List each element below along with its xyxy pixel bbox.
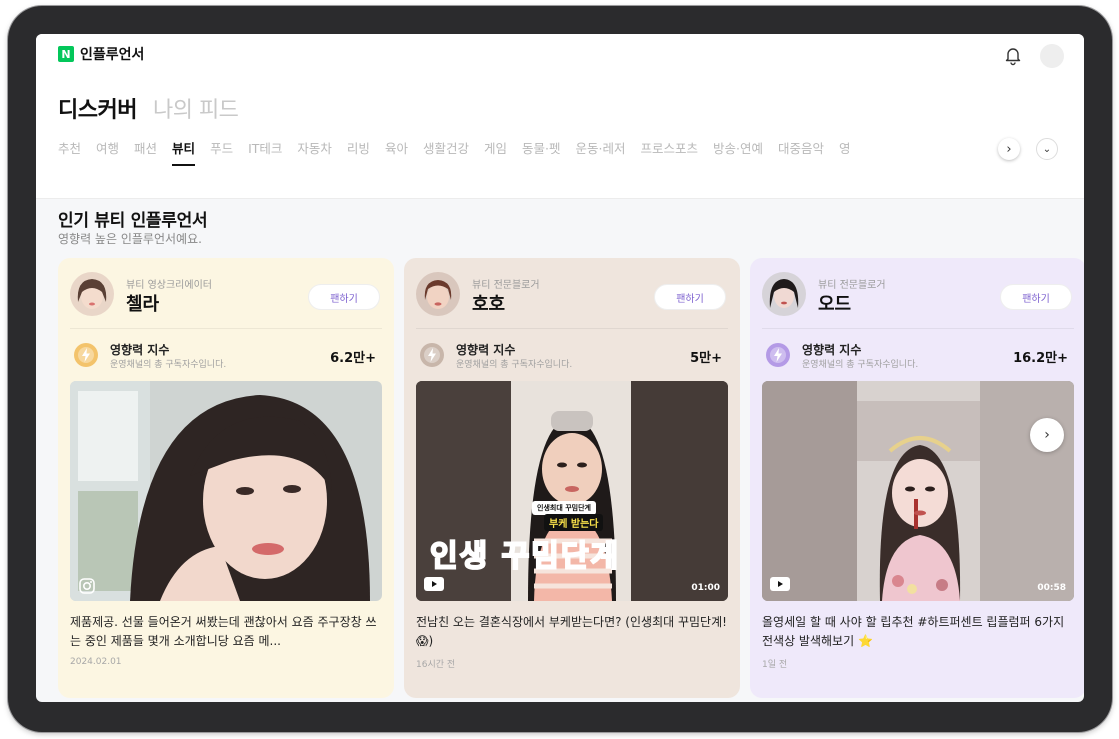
video-big-text: 인생 꾸밈단계 (429, 538, 621, 575)
bolt-icon (420, 343, 444, 367)
category-tab[interactable]: 동물·펫 (522, 138, 560, 168)
post-date: 16시간 전 (416, 660, 456, 670)
brand-name: 인플루언서 (80, 47, 145, 63)
category-tab[interactable]: 패션 (134, 138, 157, 168)
user-avatar[interactable] (1040, 44, 1064, 68)
metric-description: 운영채널의 총 구독자수입니다. (110, 360, 227, 370)
metric-value: 6.2만+ (330, 351, 376, 366)
post-thumbnail[interactable]: 00:58 (762, 381, 1074, 601)
chevron-right-icon[interactable]: › (1030, 418, 1064, 452)
profile: 뷰티 전문블로거 호호 팬하기 (416, 272, 728, 320)
category-tabs: 추천 여행 패션 뷰티 푸드 IT테크 자동차 리빙 육아 생활건강 게임 동물·펫 운동·레저 프로스포… (58, 138, 998, 168)
category-tab[interactable]: 게임 (484, 138, 507, 168)
influencer-cards: 뷰티 영상크리에이터 첼라 팬하기 영향력 지수 운영채널의 총 구독자수입니다 (58, 258, 1084, 698)
section-title: 인기 뷰티 인플루언서 (58, 211, 208, 231)
profile-avatar[interactable] (416, 272, 460, 316)
chevron-right-icon[interactable]: › (998, 138, 1020, 160)
metric-description: 운영채널의 총 구독자수입니다. (456, 360, 573, 370)
post-date: 1일 전 (762, 660, 788, 670)
category-tab[interactable]: 육아 (385, 138, 408, 168)
post-thumbnail[interactable]: 인생최대 꾸밈단계 부케 받는다 인생 꾸밈단계 01:00 (416, 381, 728, 601)
influencer-card[interactable]: 뷰티 전문블로거 호호 팬하기 영향력 지수 운영채널의 총 구독자수입니다. (404, 258, 740, 698)
category-tab[interactable]: 자동차 (297, 138, 332, 168)
youtube-icon (424, 577, 444, 593)
divider (70, 328, 382, 329)
post-caption[interactable]: 제품제공. 선물 들어온거 써봤는데 괜찮아서 요즘 주구장창 쓰는 중인 제품… (70, 613, 382, 651)
category-tab[interactable]: 뷰티 (172, 138, 196, 168)
instagram-icon (78, 577, 98, 594)
post-thumbnail[interactable] (70, 381, 382, 601)
tab-discover[interactable]: 디스커버 (58, 92, 137, 124)
video-banner: 인생최대 꾸밈단계 (532, 501, 596, 515)
youtube-icon (770, 577, 790, 593)
screen: N 인플루언서 디스커버 나의 피드 추천 여행 패션 뷰티 푸드 IT테크 자동차 리빙 육아… (36, 34, 1084, 702)
category-tab[interactable]: 생활건강 (423, 138, 469, 168)
category-tab[interactable]: 방송·연예 (713, 138, 763, 168)
post-caption[interactable]: 올영세일 할 때 사야 할 립추천 #하트퍼센트 립플럼퍼 6가지 전색상 발색… (762, 613, 1074, 651)
profile-avatar[interactable] (70, 272, 114, 316)
profile: 뷰티 전문블로거 오드 팬하기 (762, 272, 1074, 320)
category-tab[interactable]: 여행 (96, 138, 119, 168)
influencer-card[interactable]: 뷰티 전문블로거 오드 팬하기 영향력 지수 운영채널의 총 구독자수입니다. (750, 258, 1084, 698)
fan-button[interactable]: 팬하기 (1000, 284, 1072, 310)
influence-metric: 영향력 지수 운영채널의 총 구독자수입니다. 16.2만+ (762, 339, 1074, 375)
tablet-frame: N 인플루언서 디스커버 나의 피드 추천 여행 패션 뷰티 푸드 IT테크 자동차 리빙 육아… (8, 6, 1112, 732)
bolt-icon (766, 343, 790, 367)
fan-button[interactable]: 팬하기 (308, 284, 380, 310)
category-tab[interactable]: 영 (839, 138, 851, 168)
top-header: N 인플루언서 디스커버 나의 피드 추천 여행 패션 뷰티 푸드 IT테크 자동차 리빙 육아… (36, 34, 1084, 199)
category-tab[interactable]: 푸드 (210, 138, 233, 168)
video-duration: 01:00 (691, 583, 720, 593)
naver-logo-icon: N (58, 46, 74, 62)
creator-name[interactable]: 오드 (818, 290, 851, 316)
chevron-down-icon[interactable]: ⌄ (1036, 138, 1058, 160)
metric-label: 영향력 지수 (802, 343, 862, 357)
metric-label: 영향력 지수 (456, 343, 516, 357)
metric-label: 영향력 지수 (110, 343, 170, 357)
creator-name[interactable]: 첼라 (126, 290, 159, 316)
metric-value: 5만+ (690, 351, 722, 366)
category-tab[interactable]: 운동·레저 (575, 138, 625, 168)
metric-description: 운영채널의 총 구독자수입니다. (802, 360, 919, 370)
bolt-icon (74, 343, 98, 367)
profile-avatar[interactable] (762, 272, 806, 316)
tab-my-feed[interactable]: 나의 피드 (153, 92, 239, 124)
metric-value: 16.2만+ (1013, 351, 1068, 366)
influence-metric: 영향력 지수 운영채널의 총 구독자수입니다. 5만+ (416, 339, 728, 375)
category-tab[interactable]: 프로스포츠 (640, 138, 698, 168)
section-subtitle: 영향력 높은 인플루언서예요. (58, 232, 202, 246)
brand[interactable]: N 인플루언서 (58, 44, 144, 64)
creator-role: 뷰티 전문블로거 (472, 280, 540, 291)
profile: 뷰티 영상크리에이터 첼라 팬하기 (70, 272, 382, 320)
video-bouquet-label: 부케 받는다 (544, 514, 604, 531)
influence-metric: 영향력 지수 운영채널의 총 구독자수입니다. 6.2만+ (70, 339, 382, 375)
hero-tabs: 디스커버 나의 피드 (58, 92, 239, 124)
fan-button[interactable]: 팬하기 (654, 284, 726, 310)
category-tab[interactable]: IT테크 (248, 138, 282, 168)
video-duration: 00:58 (1037, 583, 1066, 593)
category-tab[interactable]: 리빙 (347, 138, 370, 168)
bell-icon[interactable] (1002, 44, 1024, 66)
post-caption[interactable]: 전남친 오는 결혼식장에서 부케받는다면? (인생최대 꾸밈단계!😱) (416, 613, 728, 651)
creator-role: 뷰티 전문블로거 (818, 280, 886, 291)
category-tab[interactable]: 대중음악 (778, 138, 824, 168)
influencer-card[interactable]: 뷰티 영상크리에이터 첼라 팬하기 영향력 지수 운영채널의 총 구독자수입니다 (58, 258, 394, 698)
post-date: 2024.02.01 (70, 657, 122, 667)
divider (416, 328, 728, 329)
divider (762, 328, 1074, 329)
creator-name[interactable]: 호호 (472, 290, 505, 316)
category-tab[interactable]: 추천 (58, 138, 81, 168)
creator-role: 뷰티 영상크리에이터 (126, 280, 212, 291)
